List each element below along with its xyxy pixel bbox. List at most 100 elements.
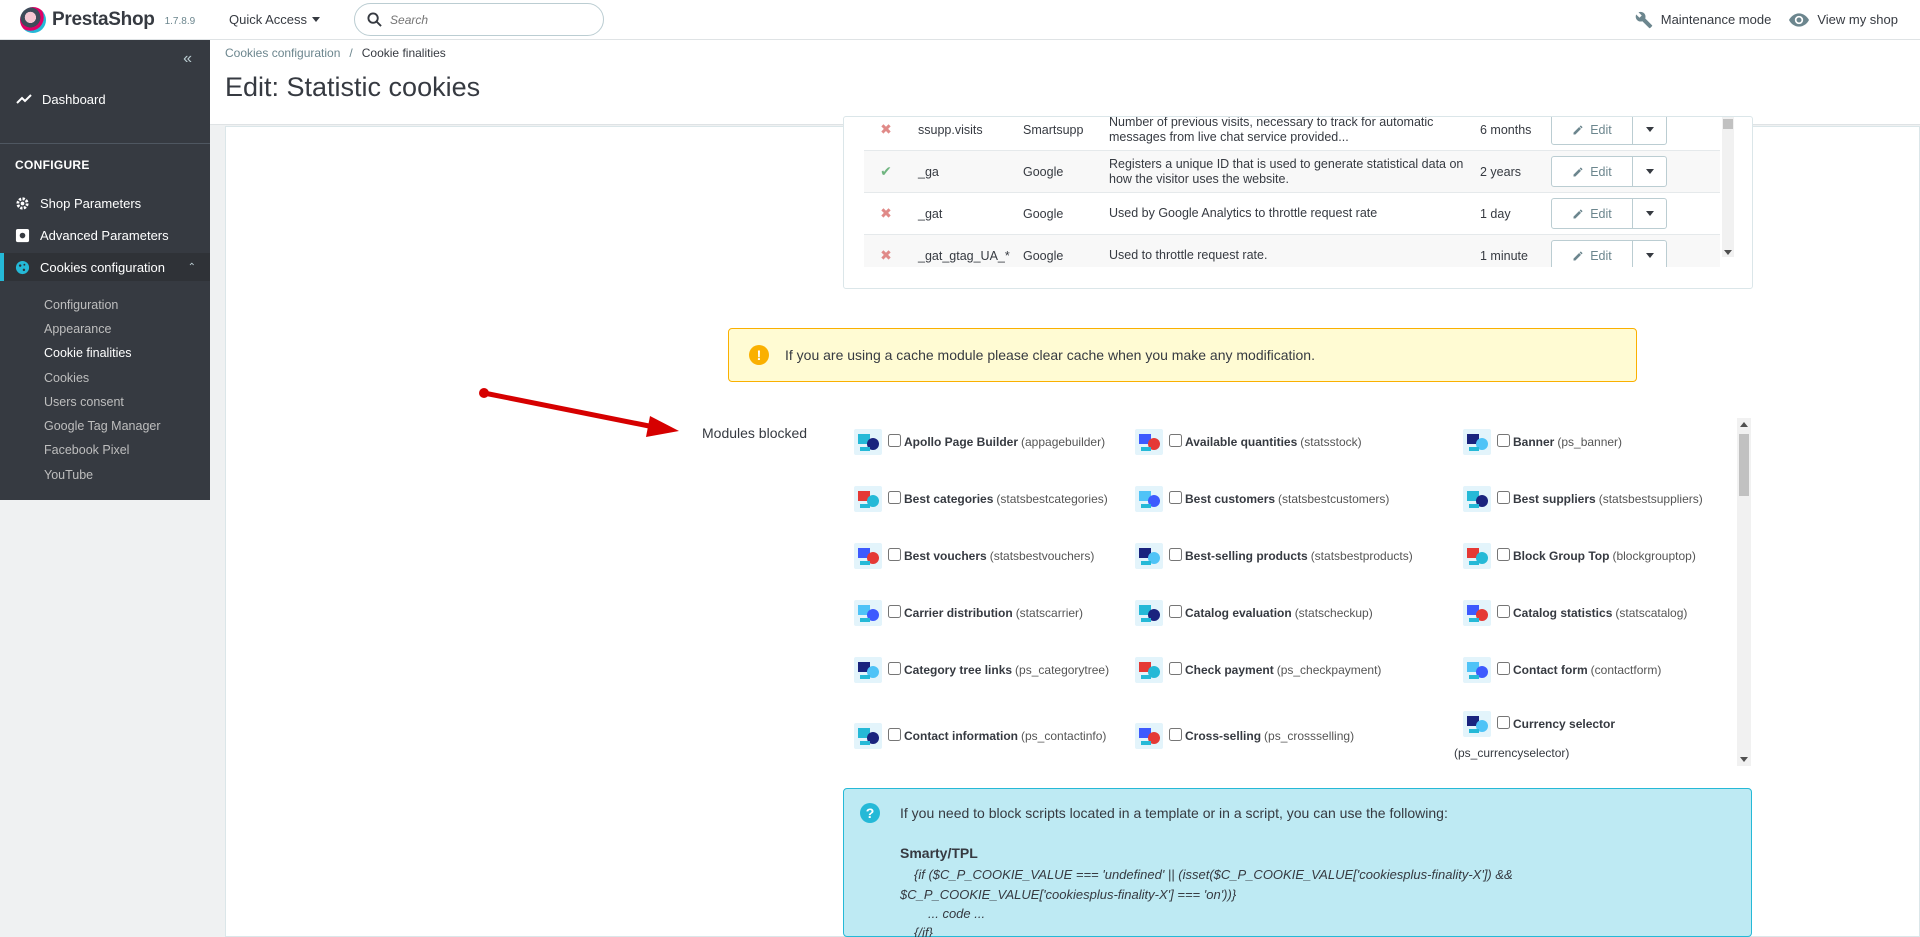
module-checkbox[interactable] (1169, 433, 1182, 447)
module-option: Catalog statistics (statscatalog) (1460, 597, 1687, 629)
module-checkbox[interactable] (1497, 547, 1510, 561)
module-technical-name: (contactform) (1590, 663, 1662, 677)
module-checkbox[interactable] (1497, 490, 1510, 504)
module-checkbox[interactable] (1169, 661, 1182, 675)
row-actions-dropdown[interactable] (1632, 199, 1666, 228)
quick-access-dropdown[interactable]: Quick Access (229, 12, 321, 27)
pencil-icon (1573, 209, 1583, 218)
top-header: PrestaShop 1.7.8.9 Quick Access Maintena… (0, 0, 1920, 40)
brand-logo[interactable]: PrestaShop 1.7.8.9 (0, 6, 212, 33)
module-checkbox[interactable] (1497, 715, 1510, 729)
module-option: Catalog evaluation (statscheckup) (1132, 597, 1373, 629)
customers-icon (1132, 483, 1166, 515)
categories-icon (851, 483, 885, 515)
row-actions-dropdown[interactable] (1632, 241, 1666, 267)
module-name: Catalog statistics (1513, 606, 1613, 620)
module-checkbox[interactable] (1169, 490, 1182, 504)
scroll-up-icon[interactable] (1740, 422, 1748, 427)
scroll-down-icon[interactable] (1724, 250, 1732, 255)
warning-text: If you are using a cache module please c… (785, 347, 1315, 363)
cache-warning-alert: ! If you are using a cache module please… (728, 328, 1637, 382)
caret-down-icon (1645, 169, 1654, 174)
submenu-users-consent[interactable]: Users consent (44, 395, 124, 409)
breadcrumb-parent[interactable]: Cookies configuration (225, 46, 340, 60)
submenu-cookies[interactable]: Cookies (44, 371, 89, 385)
submenu-facebook-pixel[interactable]: Facebook Pixel (44, 443, 129, 457)
module-checkbox[interactable] (888, 727, 901, 741)
cross-icon: ✖ (880, 205, 892, 221)
module-checkbox[interactable] (888, 604, 901, 618)
caret-down-icon (1645, 211, 1654, 216)
submenu-appearance[interactable]: Appearance (44, 322, 111, 336)
scroll-down-icon[interactable] (1740, 757, 1748, 762)
module-checkbox[interactable] (888, 547, 901, 561)
sidebar-item-shop-parameters[interactable]: Shop Parameters (0, 189, 210, 217)
module-technical-name: (ps_crossselling) (1264, 729, 1355, 743)
table-scrollbar[interactable] (1722, 117, 1734, 257)
edit-button[interactable]: Edit (1552, 165, 1632, 179)
submenu-google-tag-manager[interactable]: Google Tag Manager (44, 419, 161, 433)
search-icon (367, 12, 382, 27)
view-shop-link[interactable]: View my shop (1789, 12, 1898, 27)
page-title: Edit: Statistic cookies (225, 72, 481, 102)
row-actions-dropdown[interactable] (1632, 117, 1666, 144)
caret-down-icon (1645, 253, 1654, 258)
edit-label: Edit (1590, 206, 1612, 221)
module-name: Best categories (904, 492, 994, 506)
module-option: Category tree links (ps_categorytree) (851, 654, 1109, 686)
scrollbar-thumb[interactable] (1723, 119, 1733, 129)
version-label: 1.7.8.9 (164, 16, 196, 27)
cookie-name: _gat_gtag_UA_* (918, 248, 1010, 263)
sidebar-item-advanced-parameters[interactable]: Advanced Parameters (0, 221, 210, 249)
module-checkbox[interactable] (888, 490, 901, 504)
module-option: Apollo Page Builder (appagebuilder) (851, 426, 1105, 458)
module-option: Cross-selling (ps_crossselling) (1132, 720, 1354, 752)
search-box[interactable] (354, 3, 605, 36)
submenu-configuration[interactable]: Configuration (44, 298, 118, 312)
sidebar-item-label: Advanced Parameters (40, 227, 169, 243)
maintenance-mode-link[interactable]: Maintenance mode (1635, 11, 1771, 29)
vouchers-icon (851, 540, 885, 572)
module-checkbox[interactable] (1169, 727, 1182, 741)
module-checkbox[interactable] (1497, 433, 1510, 447)
gear-icon (16, 196, 29, 210)
module-checkbox[interactable] (888, 433, 901, 447)
sidebar-item-cookies-configuration[interactable]: Cookies configuration ⌃ (0, 253, 210, 281)
cross-icon: ✖ (880, 121, 892, 137)
prestashop-logo-icon (20, 6, 46, 33)
breadcrumb: Cookies configuration / Cookie finalitie… (225, 46, 446, 60)
module-option: Block Group Top (blockgrouptop) (1460, 540, 1696, 572)
products-icon (1132, 540, 1166, 572)
sidebar-item-dashboard[interactable]: Dashboard (0, 86, 210, 112)
sidebar: « Dashboard CONFIGURE Shop Parameters Ad… (0, 40, 210, 500)
cookie-duration: 2 years (1480, 164, 1521, 179)
edit-button-group: Edit (1551, 198, 1667, 229)
settings-box-icon (15, 228, 30, 242)
edit-label: Edit (1590, 122, 1612, 137)
edit-button[interactable]: Edit (1552, 249, 1632, 263)
module-checkbox[interactable] (1169, 604, 1182, 618)
edit-label: Edit (1590, 248, 1612, 263)
catalog-stats-icon (1460, 597, 1494, 629)
module-checkbox[interactable] (1497, 661, 1510, 675)
cookie-description: Used by Google Analytics to throttle req… (1109, 206, 1378, 220)
cross-selling-icon (1132, 720, 1166, 752)
module-checkbox[interactable] (888, 661, 901, 675)
modules-scrollbar[interactable] (1737, 418, 1751, 766)
carrier-icon (851, 597, 885, 629)
module-name: Contact information (904, 729, 1018, 743)
search-input[interactable] (390, 12, 581, 27)
collapse-sidebar-icon[interactable]: « (183, 50, 192, 68)
submenu-youtube[interactable]: YouTube (44, 468, 93, 482)
module-checkbox[interactable] (1497, 604, 1510, 618)
scrollbar-thumb[interactable] (1739, 434, 1749, 496)
edit-button[interactable]: Edit (1552, 207, 1632, 221)
module-checkbox[interactable] (1169, 547, 1182, 561)
table-row: ✖ _gat Google Used by Google Analytics to t… (864, 193, 1720, 235)
module-name: Cross-selling (1185, 729, 1262, 743)
module-name: Currency selector (1513, 717, 1616, 731)
submenu-cookie-finalities[interactable]: Cookie finalities (44, 346, 132, 360)
edit-button[interactable]: Edit (1552, 123, 1632, 137)
row-actions-dropdown[interactable] (1632, 157, 1666, 186)
cookies-table: ✖ ssupp.visits Smartsupp Number of previous… (843, 116, 1753, 289)
